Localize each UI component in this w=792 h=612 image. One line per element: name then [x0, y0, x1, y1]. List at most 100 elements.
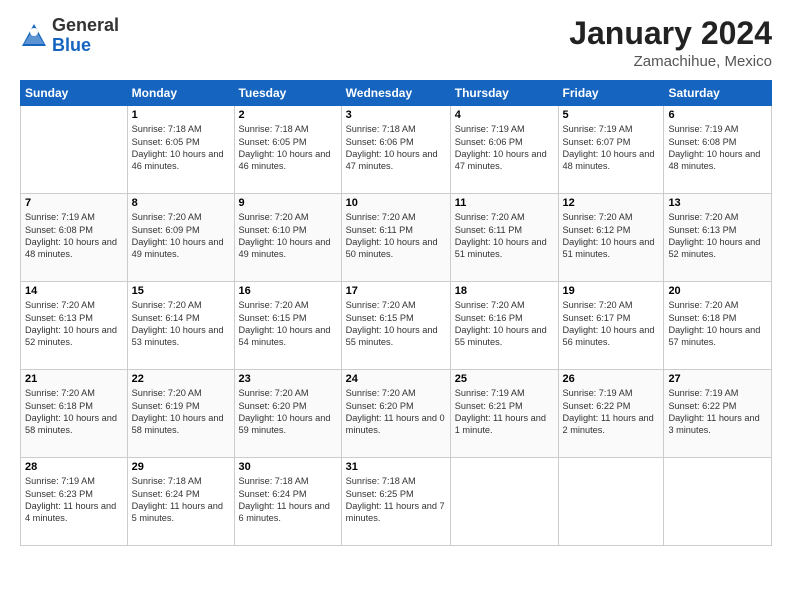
day-number: 29 [132, 461, 230, 473]
calendar-cell: 20 Sunrise: 7:20 AM Sunset: 6:18 PM Dayli… [664, 282, 772, 370]
day-number: 12 [563, 197, 660, 209]
day-number: 26 [563, 373, 660, 385]
day-info: Sunrise: 7:20 AM Sunset: 6:17 PM Dayligh… [563, 299, 660, 349]
day-info: Sunrise: 7:19 AM Sunset: 6:06 PM Dayligh… [455, 123, 554, 173]
day-info: Sunrise: 7:20 AM Sunset: 6:10 PM Dayligh… [239, 211, 337, 261]
day-number: 8 [132, 197, 230, 209]
col-header-friday: Friday [558, 81, 664, 106]
day-number: 30 [239, 461, 337, 473]
calendar-cell: 10 Sunrise: 7:20 AM Sunset: 6:11 PM Dayli… [341, 194, 450, 282]
logo-blue-text: Blue [52, 35, 91, 55]
day-info: Sunrise: 7:20 AM Sunset: 6:13 PM Dayligh… [668, 211, 767, 261]
calendar-cell: 22 Sunrise: 7:20 AM Sunset: 6:19 PM Dayli… [127, 370, 234, 458]
calendar-cell: 8 Sunrise: 7:20 AM Sunset: 6:09 PM Daylig… [127, 194, 234, 282]
day-number: 31 [346, 461, 446, 473]
day-info: Sunrise: 7:19 AM Sunset: 6:23 PM Dayligh… [25, 475, 123, 525]
day-info: Sunrise: 7:18 AM Sunset: 6:05 PM Dayligh… [239, 123, 337, 173]
calendar-cell: 21 Sunrise: 7:20 AM Sunset: 6:18 PM Dayli… [21, 370, 128, 458]
day-number: 27 [668, 373, 767, 385]
calendar-cell: 29Sunrise: 7:18 AM Sunset: 6:24 PM Dayli… [127, 458, 234, 546]
day-info: Sunrise: 7:20 AM Sunset: 6:18 PM Dayligh… [668, 299, 767, 349]
day-info: Sunrise: 7:18 AM Sunset: 6:05 PM Dayligh… [132, 123, 230, 173]
day-info: Sunrise: 7:19 AM Sunset: 6:21 PM Dayligh… [455, 387, 554, 437]
day-info: Sunrise: 7:19 AM Sunset: 6:22 PM Dayligh… [668, 387, 767, 437]
calendar-cell: 19Sunrise: 7:20 AM Sunset: 6:17 PM Dayli… [558, 282, 664, 370]
logo-text: General Blue [52, 16, 119, 56]
day-info: Sunrise: 7:20 AM Sunset: 6:11 PM Dayligh… [346, 211, 446, 261]
calendar-cell: 2 Sunrise: 7:18 AM Sunset: 6:05 PM Daylig… [234, 106, 341, 194]
calendar-cell: 3Sunrise: 7:18 AM Sunset: 6:06 PM Daylig… [341, 106, 450, 194]
calendar-cell: 5 Sunrise: 7:19 AM Sunset: 6:07 PM Daylig… [558, 106, 664, 194]
day-info: Sunrise: 7:19 AM Sunset: 6:08 PM Dayligh… [668, 123, 767, 173]
calendar-cell: 11 Sunrise: 7:20 AM Sunset: 6:11 PM Dayli… [450, 194, 558, 282]
day-number: 13 [668, 197, 767, 209]
day-number: 15 [132, 285, 230, 297]
calendar-cell: 27 Sunrise: 7:19 AM Sunset: 6:22 PM Dayli… [664, 370, 772, 458]
calendar-cell: 25 Sunrise: 7:19 AM Sunset: 6:21 PM Dayli… [450, 370, 558, 458]
header: General Blue January 2024 Zamachihue, Me… [20, 16, 772, 70]
day-number: 16 [239, 285, 337, 297]
day-number: 10 [346, 197, 446, 209]
day-number: 17 [346, 285, 446, 297]
calendar-cell: 4 Sunrise: 7:19 AM Sunset: 6:06 PM Daylig… [450, 106, 558, 194]
day-info: Sunrise: 7:19 AM Sunset: 6:07 PM Dayligh… [563, 123, 660, 173]
day-info: Sunrise: 7:19 AM Sunset: 6:22 PM Dayligh… [563, 387, 660, 437]
day-info: Sunrise: 7:20 AM Sunset: 6:15 PM Dayligh… [239, 299, 337, 349]
calendar-cell: 7Sunrise: 7:19 AM Sunset: 6:08 PM Daylig… [21, 194, 128, 282]
day-number: 4 [455, 109, 554, 121]
logo-icon [20, 22, 48, 50]
day-number: 21 [25, 373, 123, 385]
day-number: 20 [668, 285, 767, 297]
calendar-week-row: 21 Sunrise: 7:20 AM Sunset: 6:18 PM Dayli… [21, 370, 772, 458]
logo-general-text: General [52, 15, 119, 35]
day-number: 25 [455, 373, 554, 385]
calendar-cell: 23 Sunrise: 7:20 AM Sunset: 6:20 PM Dayli… [234, 370, 341, 458]
calendar-cell: 14Sunrise: 7:20 AM Sunset: 6:13 PM Dayli… [21, 282, 128, 370]
day-number: 1 [132, 109, 230, 121]
col-header-tuesday: Tuesday [234, 81, 341, 106]
calendar-table: SundayMondayTuesdayWednesdayThursdayFrid… [20, 80, 772, 546]
day-number: 5 [563, 109, 660, 121]
day-info: Sunrise: 7:20 AM Sunset: 6:14 PM Dayligh… [132, 299, 230, 349]
calendar-cell [21, 106, 128, 194]
calendar-cell: 17 Sunrise: 7:20 AM Sunset: 6:15 PM Dayli… [341, 282, 450, 370]
day-number: 22 [132, 373, 230, 385]
day-info: Sunrise: 7:18 AM Sunset: 6:24 PM Dayligh… [239, 475, 337, 525]
day-info: Sunrise: 7:20 AM Sunset: 6:15 PM Dayligh… [346, 299, 446, 349]
calendar-cell: 9Sunrise: 7:20 AM Sunset: 6:10 PM Daylig… [234, 194, 341, 282]
calendar-header-row: SundayMondayTuesdayWednesdayThursdayFrid… [21, 81, 772, 106]
calendar-cell: 1 Sunrise: 7:18 AM Sunset: 6:05 PM Daylig… [127, 106, 234, 194]
day-number: 24 [346, 373, 446, 385]
calendar-week-row: 28 Sunrise: 7:19 AM Sunset: 6:23 PM Dayli… [21, 458, 772, 546]
calendar-week-row: 7Sunrise: 7:19 AM Sunset: 6:08 PM Daylig… [21, 194, 772, 282]
day-number: 18 [455, 285, 554, 297]
day-info: Sunrise: 7:20 AM Sunset: 6:18 PM Dayligh… [25, 387, 123, 437]
day-number: 28 [25, 461, 123, 473]
day-number: 2 [239, 109, 337, 121]
day-info: Sunrise: 7:20 AM Sunset: 6:20 PM Dayligh… [239, 387, 337, 437]
day-info: Sunrise: 7:20 AM Sunset: 6:09 PM Dayligh… [132, 211, 230, 261]
day-info: Sunrise: 7:20 AM Sunset: 6:16 PM Dayligh… [455, 299, 554, 349]
calendar-cell: 26 Sunrise: 7:19 AM Sunset: 6:22 PM Dayli… [558, 370, 664, 458]
calendar-cell: 31 Sunrise: 7:18 AM Sunset: 6:25 PM Dayli… [341, 458, 450, 546]
calendar-cell: 30 Sunrise: 7:18 AM Sunset: 6:24 PM Dayli… [234, 458, 341, 546]
day-info: Sunrise: 7:20 AM Sunset: 6:12 PM Dayligh… [563, 211, 660, 261]
day-number: 23 [239, 373, 337, 385]
calendar-cell: 15 Sunrise: 7:20 AM Sunset: 6:14 PM Dayli… [127, 282, 234, 370]
day-info: Sunrise: 7:20 AM Sunset: 6:19 PM Dayligh… [132, 387, 230, 437]
calendar-cell: 13 Sunrise: 7:20 AM Sunset: 6:13 PM Dayli… [664, 194, 772, 282]
page: General Blue January 2024 Zamachihue, Me… [0, 0, 792, 612]
day-number: 11 [455, 197, 554, 209]
col-header-wednesday: Wednesday [341, 81, 450, 106]
col-header-sunday: Sunday [21, 81, 128, 106]
calendar-cell: 28 Sunrise: 7:19 AM Sunset: 6:23 PM Dayli… [21, 458, 128, 546]
calendar-cell [664, 458, 772, 546]
day-info: Sunrise: 7:20 AM Sunset: 6:11 PM Dayligh… [455, 211, 554, 261]
calendar-week-row: 1 Sunrise: 7:18 AM Sunset: 6:05 PM Daylig… [21, 106, 772, 194]
day-number: 14 [25, 285, 123, 297]
day-info: Sunrise: 7:18 AM Sunset: 6:25 PM Dayligh… [346, 475, 446, 525]
day-number: 3 [346, 109, 446, 121]
col-header-thursday: Thursday [450, 81, 558, 106]
calendar-cell [558, 458, 664, 546]
calendar-week-row: 14Sunrise: 7:20 AM Sunset: 6:13 PM Dayli… [21, 282, 772, 370]
